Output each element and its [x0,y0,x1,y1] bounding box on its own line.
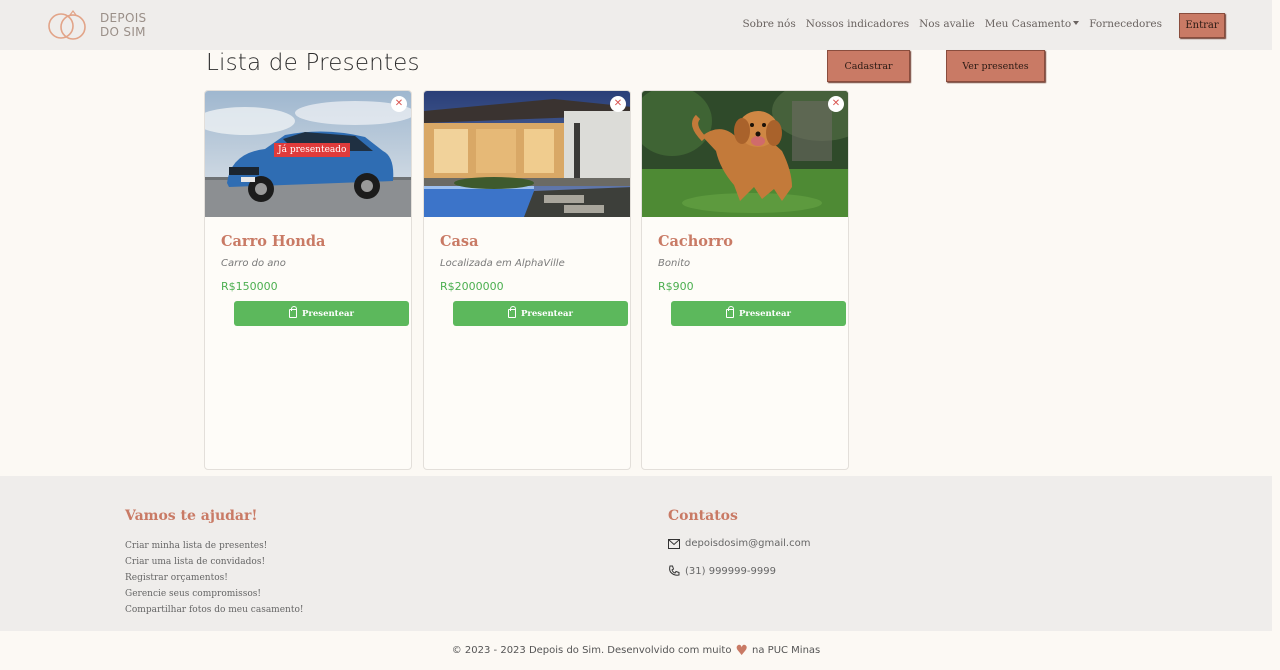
gift-price: R$2000000 [440,280,504,293]
gift-description: Bonito [658,258,691,269]
copyright-text: © 2023 - 2023 Depois do Sim. Desenvolvid… [451,645,732,656]
give-gift-label: Presentear [739,308,791,319]
copyright-bar: © 2023 - 2023 Depois do Sim. Desenvolvid… [0,631,1272,670]
nav-item-avalie[interactable]: Nos avalie [919,18,975,30]
page-title: Lista de Presentes [206,50,420,76]
gift-description: Localizada em AlphaVille [440,258,565,269]
help-link-budgets[interactable]: Registrar orçamentos! [125,570,304,586]
help-link-appointments[interactable]: Gerencie seus compromissos! [125,586,304,602]
wedding-rings-icon [48,10,86,40]
gift-title: Cachorro [658,233,733,250]
nav-item-sobre-nos[interactable]: Sobre nós [742,18,795,30]
give-gift-button[interactable]: Presentear [671,301,846,326]
brand-line-2: DO SIM [100,25,146,39]
remove-gift-close-icon[interactable]: ✕ [828,96,844,112]
phone-icon [669,565,680,576]
contact-phone[interactable]: (31) 999999-9999 [668,565,776,577]
gift-card: ✕ Cachorro Bonito R$900 Presentear [641,90,849,470]
contacts-heading: Contatos [668,508,738,524]
help-heading: Vamos te ajudar! [125,508,258,524]
brand-line-1: DEPOIS [100,11,147,25]
help-link-gift-list[interactable]: Criar minha lista de presentes! [125,538,304,554]
brand-logo[interactable]: DEPOIS DO SIM [46,8,156,42]
already-gifted-badge: Já presenteado [274,143,351,157]
gift-description: Carro do ano [221,258,286,269]
gift-card: ✕ Casa Localizada em AlphaVille R$200000… [423,90,631,470]
give-gift-button[interactable]: Presentear [453,301,628,326]
gift-price: R$150000 [221,280,278,293]
gift-title: Carro Honda [221,233,326,250]
gift-price: R$900 [658,280,694,293]
nav-menu: Sobre nós Nossos indicadores Nos avalie … [742,18,1162,30]
nav-item-meu-casamento-label: Meu Casamento [984,18,1072,30]
contact-email[interactable]: depoisdosim@gmail.com [668,538,810,549]
view-gifts-button[interactable]: Ver presentes [946,50,1045,82]
gift-image-dog: ✕ [642,91,848,217]
give-gift-button[interactable]: Presentear [234,301,409,326]
gift-title: Casa [440,233,479,250]
copyright-suffix: na PUC Minas [752,645,821,656]
navbar: DEPOIS DO SIM Sobre nós Nossos indicador… [0,0,1272,50]
gift-image-house: ✕ [424,91,630,217]
shopping-bag-icon [289,306,297,318]
gift-card: Já presenteado ✕ Carro Honda Carro do an… [204,90,412,470]
help-link-photos[interactable]: Compartilhar fotos do meu casamento! [125,602,304,618]
shopping-bag-icon [726,306,734,318]
nav-item-indicadores[interactable]: Nossos indicadores [806,18,909,30]
heart-icon: ♥ [735,642,749,659]
register-gift-button[interactable]: Cadastrar [827,50,910,82]
chevron-down-icon [1073,21,1080,25]
give-gift-label: Presentear [521,308,573,319]
contact-email-text: depoisdosim@gmail.com [685,538,811,549]
shopping-bag-icon [508,306,516,318]
remove-gift-close-icon[interactable]: ✕ [610,96,626,112]
envelope-icon [668,538,680,549]
contact-phone-text: (31) 999999-9999 [685,565,776,577]
help-links: Criar minha lista de presentes! Criar um… [125,538,304,618]
remove-gift-close-icon[interactable]: ✕ [391,96,407,112]
gift-image-car: Já presenteado ✕ [205,91,411,217]
brand-name: DEPOIS DO SIM [100,11,146,39]
help-link-guest-list[interactable]: Criar uma lista de convidados! [125,554,304,570]
nav-item-meu-casamento[interactable]: Meu Casamento [984,18,1080,30]
login-button[interactable]: Entrar [1179,13,1225,38]
footer: Vamos te ajudar! Criar minha lista de pr… [0,476,1272,631]
give-gift-label: Presentear [302,308,354,319]
nav-item-fornecedores[interactable]: Fornecedores [1089,18,1162,30]
